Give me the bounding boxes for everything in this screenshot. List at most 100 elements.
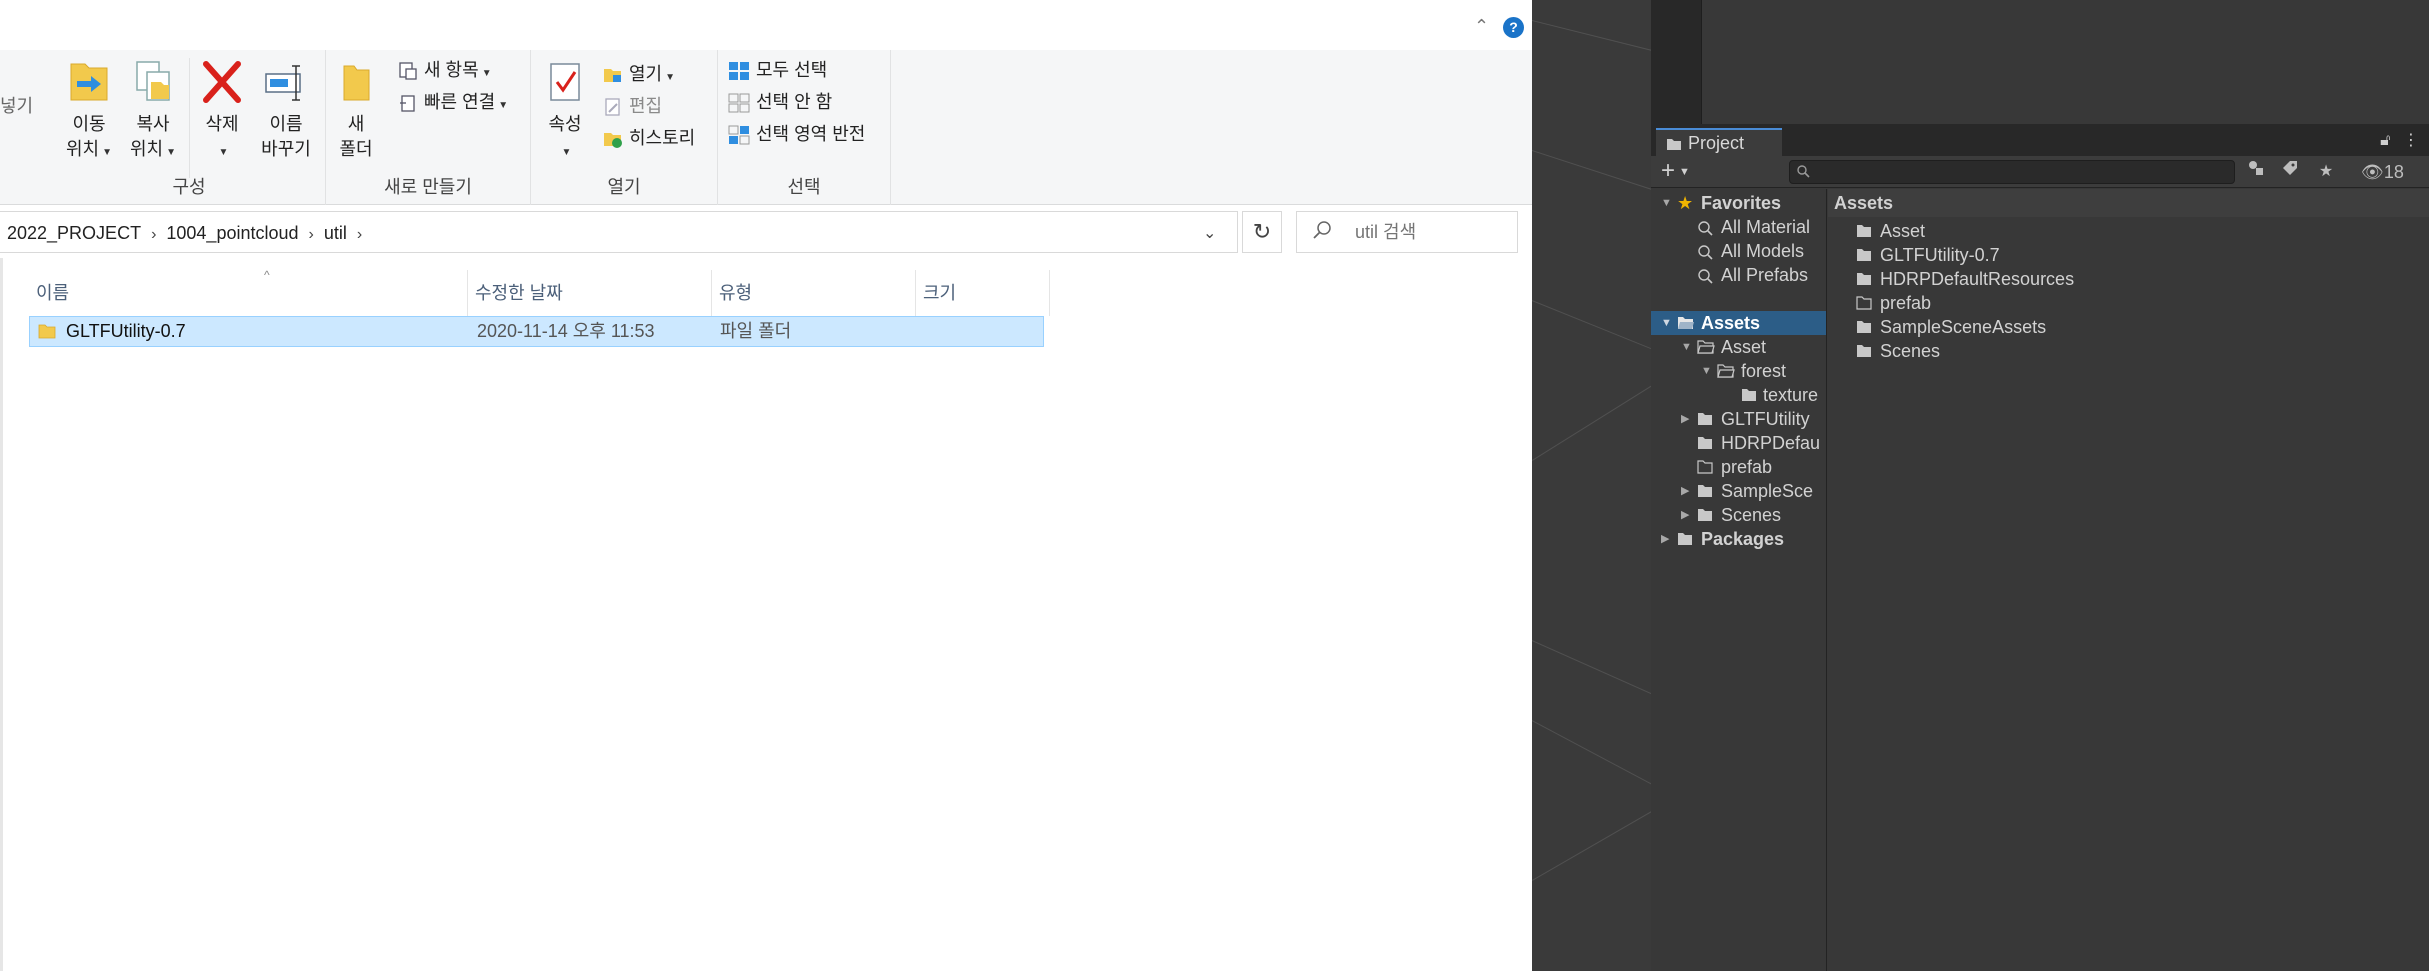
select-all-icon	[729, 62, 749, 81]
open-folder-icon	[1697, 340, 1715, 354]
search-by-label-icon[interactable]	[2277, 159, 2303, 185]
help-icon[interactable]: ?	[1503, 17, 1524, 38]
folder-icon	[1857, 321, 1871, 333]
copy-to-label-2: 위치 ▼	[129, 139, 177, 159]
asset-item-label: Scenes	[1880, 341, 1941, 361]
tree-item-texture[interactable]: texture	[1651, 383, 1826, 407]
collapse-arrow-icon[interactable]: ▶	[1661, 527, 1669, 551]
column-header-name[interactable]: ^ 이름	[29, 268, 468, 316]
refresh-button[interactable]: ↻	[1242, 211, 1282, 253]
rename-button[interactable]: 이름 바꾸기	[253, 58, 319, 162]
expand-arrow-icon[interactable]: ▼	[1681, 335, 1692, 359]
folder-icon	[1857, 345, 1871, 357]
lock-icon[interactable]: 🔓︎	[2380, 132, 2390, 149]
breadcrumb-item[interactable]: 2022_PROJECT	[7, 223, 141, 243]
column-header-modified[interactable]: 수정한 날짜	[468, 270, 712, 316]
expand-arrow-icon[interactable]: ▼	[1661, 191, 1672, 215]
copy-to-button[interactable]: 복사 위치 ▼	[125, 58, 181, 165]
folder-icon	[1698, 485, 1712, 497]
invert-selection-button[interactable]: 선택 영역 반전	[728, 120, 865, 148]
breadcrumb-chevron-icon[interactable]: ›	[309, 226, 314, 243]
tree-item-packages[interactable]: ▶ Packages	[1651, 527, 1826, 551]
asset-item-label: GLTFUtility-0.7	[1880, 245, 2000, 265]
move-to-label-1: 이동	[72, 114, 106, 134]
breadcrumb-item[interactable]: util	[324, 223, 347, 243]
tree-item-all-models[interactable]: All Models	[1651, 239, 1826, 263]
hierarchy-panel-area	[1651, 0, 2429, 126]
tree-item-all-prefabs[interactable]: All Prefabs	[1651, 263, 1826, 287]
plus-icon: +	[1661, 157, 1676, 184]
tree-item-asset[interactable]: ▼ Asset	[1651, 335, 1826, 359]
collapse-arrow-icon[interactable]: ▶	[1681, 479, 1689, 503]
easy-access-button[interactable]: 빠른 연결 ▼	[398, 88, 508, 116]
new-folder-button[interactable]: 새 폴더	[336, 58, 376, 162]
eye-slash-icon: 👁︎	[2361, 162, 2384, 182]
hidden-packages-toggle[interactable]: 👁︎18	[2361, 159, 2404, 185]
create-button[interactable]: + ▼	[1661, 156, 1690, 187]
expand-arrow-icon[interactable]: ▼	[1701, 359, 1712, 383]
project-folder-tree: ▼ ★ Favorites All Material All Models Al…	[1651, 189, 1827, 971]
file-modified: 2020-11-14 오후 11:53	[477, 321, 655, 341]
search-box[interactable]	[1296, 211, 1518, 253]
project-search-field[interactable]	[1789, 160, 2235, 184]
edit-icon	[605, 98, 620, 116]
search-by-type-icon[interactable]	[2243, 159, 2269, 185]
address-history-dropdown-icon[interactable]: ⌄	[1203, 223, 1216, 243]
favorite-star-icon[interactable]: ★	[2313, 159, 2339, 185]
collapse-arrow-icon[interactable]: ▶	[1681, 407, 1689, 431]
new-group-label: 새로 만들기	[384, 177, 472, 197]
asset-item-label: prefab	[1880, 293, 1932, 313]
file-row[interactable]: GLTFUtility-0.7 2020-11-14 오후 11:53 파일 폴…	[29, 316, 1044, 347]
select-none-button[interactable]: 선택 안 함	[728, 88, 832, 116]
tree-item-all-materials[interactable]: All Material	[1651, 215, 1826, 239]
empty-folder-icon	[1697, 460, 1713, 474]
properties-checkmark-icon	[550, 63, 580, 101]
column-header-type[interactable]: 유형	[712, 270, 916, 316]
type-filter-shapes-icon	[2249, 161, 2263, 175]
history-button[interactable]: 히스토리	[603, 124, 695, 152]
minimize-ribbon-chevron-icon[interactable]: ⌃	[1474, 16, 1489, 37]
tree-item-label: All Material	[1721, 217, 1811, 237]
tree-item-samplescene[interactable]: ▶ SampleSce	[1651, 479, 1826, 503]
column-header-size[interactable]: 크기	[916, 270, 1050, 316]
breadcrumb-chevron-icon[interactable]: ›	[357, 226, 362, 243]
new-item-button[interactable]: 새 항목 ▼	[398, 56, 492, 84]
tree-item-hdrp[interactable]: HDRPDefau	[1651, 431, 1826, 455]
address-bar[interactable]: 2022_PROJECT › 1004_pointcloud › util › ⌄	[0, 211, 1238, 253]
properties-button[interactable]: 속성 ▼	[545, 58, 585, 165]
open-folder-icon	[604, 69, 621, 83]
open-button[interactable]: 열기 ▼	[603, 60, 675, 88]
organize-divider	[189, 58, 190, 178]
scene-grid-line	[1532, 300, 1651, 361]
expand-arrow-icon[interactable]: ▼	[1661, 311, 1672, 335]
new-item-icon	[399, 62, 417, 80]
tree-item-scenes[interactable]: ▶ Scenes	[1651, 503, 1826, 527]
tree-item-label: prefab	[1721, 457, 1773, 477]
tree-item-gltfutility[interactable]: ▶ GLTFUtility	[1651, 407, 1826, 431]
search-icon	[1698, 269, 1713, 284]
move-to-button[interactable]: 이동 위치 ▼	[61, 58, 117, 165]
tree-item-favorites[interactable]: ▼ ★ Favorites	[1651, 191, 1826, 215]
folder-icon	[1857, 225, 1871, 237]
file-list-view: ^ 이름 수정한 날짜 유형 크기 GLTFUtility-0.7 2020-1…	[0, 258, 1532, 971]
more-menu-icon[interactable]: ⋮	[2403, 132, 2419, 149]
tree-item-prefab[interactable]: prefab	[1651, 455, 1826, 479]
partial-paste-label[interactable]: 넣기	[0, 92, 33, 118]
scene-view[interactable]	[1532, 0, 1651, 971]
easy-access-icon	[400, 95, 415, 112]
column-header-size-label: 크기	[923, 283, 957, 303]
select-all-button[interactable]: 모두 선택	[728, 56, 827, 84]
edit-button[interactable]: 편집	[603, 92, 662, 120]
tree-item-assets[interactable]: ▼ Assets	[1651, 311, 1826, 335]
breadcrumb-chevron-icon[interactable]: ›	[151, 226, 156, 243]
move-to-label-2: 위치 ▼	[65, 139, 113, 159]
assets-breadcrumb[interactable]: Assets	[1828, 189, 2429, 217]
project-tab[interactable]: Project	[1656, 128, 1782, 156]
delete-button[interactable]: 삭제 ▼	[199, 58, 245, 165]
search-input[interactable]	[1355, 220, 1505, 244]
rename-label-1: 이름	[269, 114, 303, 134]
collapse-arrow-icon[interactable]: ▶	[1681, 503, 1689, 527]
tree-item-forest[interactable]: ▼ forest	[1651, 359, 1826, 383]
breadcrumb-item[interactable]: 1004_pointcloud	[166, 223, 298, 243]
folder-icon	[1857, 249, 1871, 261]
